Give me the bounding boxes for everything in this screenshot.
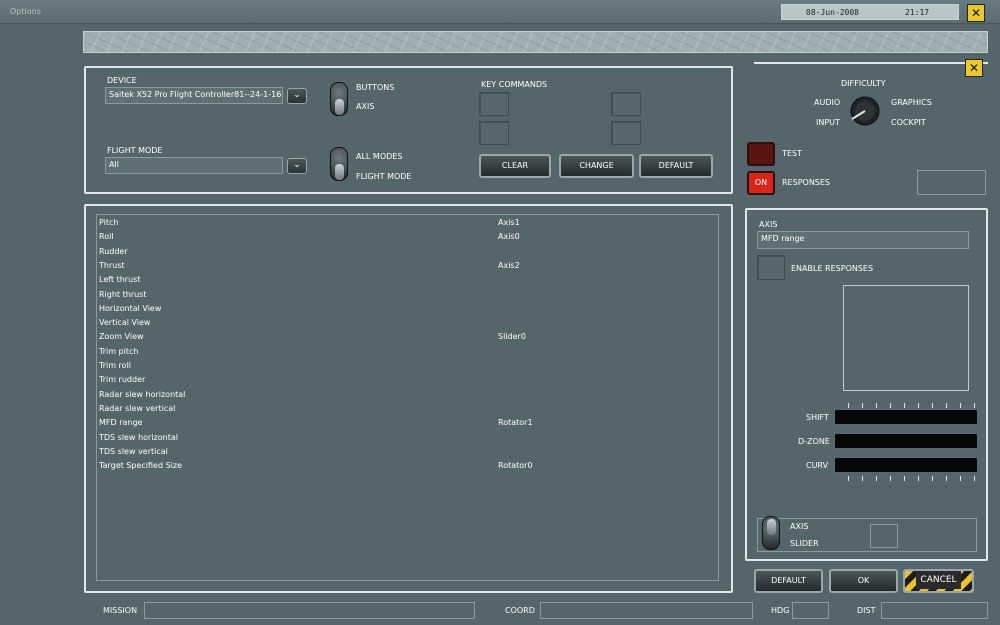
axis-row-value: Axis0 [498, 232, 520, 242]
input-label[interactable]: INPUT [816, 118, 840, 127]
toggle-all-modes-label: ALL MODES [356, 152, 403, 161]
axis-row-name[interactable]: Pitch [99, 218, 118, 227]
axis-slider-toggle[interactable] [762, 516, 780, 550]
toggle-flight-mode-label: FLIGHT MODE [356, 172, 412, 181]
hdg-field [792, 602, 829, 619]
toggle-axis2-label: AXIS [790, 522, 809, 531]
key-command-slot-1[interactable] [479, 92, 509, 116]
axis-row-value: Rotator0 [498, 461, 533, 471]
responses-value-box [917, 170, 986, 195]
axis-row-name[interactable]: Trim pitch [99, 347, 138, 356]
enable-responses-label: ENABLE RESPONSES [791, 264, 874, 273]
axis-slider-box [870, 524, 898, 548]
flight-mode-label: FLIGHT MODE [107, 146, 163, 155]
chevron-down-icon: ⌄ [293, 90, 301, 100]
device-label: DEVICE [107, 76, 137, 85]
axis-row-name[interactable]: Thrust [99, 261, 125, 270]
cockpit-label[interactable]: COCKPIT [891, 118, 926, 127]
default-button[interactable]: DEFAULT [754, 569, 823, 593]
knob-icon [850, 96, 880, 126]
shift-ticks [848, 403, 976, 408]
axis-name-field: MFD range [757, 231, 969, 249]
device-select[interactable]: Saitek X52 Pro Flight Controller81--24-1… [105, 87, 283, 104]
axis-row-name[interactable]: Vertical View [99, 318, 150, 327]
flight-mode-dropdown-button[interactable]: ⌄ [287, 158, 307, 174]
response-curve-graph [843, 285, 969, 391]
axis-row-value: Axis2 [498, 260, 520, 270]
toggle-slider-label: SLIDER [790, 539, 819, 548]
axis-row-name[interactable]: Trim roll [99, 361, 131, 370]
axis-label: AXIS [759, 220, 778, 229]
axis-row-name[interactable]: Roll [99, 232, 114, 241]
axis-row-value: Rotator1 [498, 418, 533, 428]
dist-field [881, 602, 988, 619]
hdg-label: HDG [771, 606, 790, 615]
shift-label: SHIFT [806, 413, 829, 422]
axis-row-value: Slider0 [498, 332, 526, 342]
axis-row-name[interactable]: MFD range [99, 418, 142, 427]
axis-row-name[interactable]: TDS slew vertical [99, 447, 168, 456]
axis-row-name[interactable]: Rudder [99, 247, 128, 256]
time-text: 21:17 [905, 8, 930, 17]
close-icon: ✕ [970, 6, 982, 20]
flight-mode-select[interactable]: All [105, 157, 283, 174]
coord-field [540, 602, 753, 619]
clear-button[interactable]: CLEAR [479, 154, 551, 178]
axis-row-name[interactable]: Target Specified Size [99, 461, 182, 470]
key-commands-label: KEY COMMANDS [481, 80, 548, 89]
cancel-label: CANCEL [916, 571, 961, 589]
cancel-button[interactable]: CANCEL [903, 569, 974, 593]
key-command-slot-3[interactable] [479, 121, 509, 145]
graphics-label[interactable]: GRAPHICS [891, 98, 932, 107]
close-panel-button[interactable]: ✕ [965, 59, 983, 77]
default-key-button[interactable]: DEFAULT [639, 154, 713, 178]
mission-field [144, 602, 475, 619]
axis-list: Pitch Axis1 Roll Axis0 Rudder Thrust Axis2 Left… [96, 214, 719, 581]
axis-row-name[interactable]: TDS slew horizontal [99, 433, 178, 442]
toggle-buttons-label: BUTTONS [356, 83, 395, 92]
responses-on-button[interactable]: ON [747, 171, 775, 195]
axis-row-name[interactable]: Radar slew horizontal [99, 390, 185, 399]
curv-label: CURV [806, 461, 829, 470]
window-title: Options [10, 7, 41, 16]
buttons-axis-toggle[interactable] [330, 82, 348, 116]
test-label: TEST [782, 149, 802, 158]
axis-row-name[interactable]: Radar slew vertical [99, 404, 175, 413]
ok-button[interactable]: OK [829, 569, 898, 593]
date-text: 08-Jun-2008 [806, 8, 859, 17]
axis-row-name[interactable]: Trim rudder [99, 375, 145, 384]
test-led-button[interactable] [747, 142, 775, 166]
change-button[interactable]: CHANGE [559, 154, 634, 178]
close-icon: ✕ [968, 61, 980, 75]
curv-slider[interactable] [834, 457, 978, 473]
coord-label: COORD [505, 606, 535, 615]
dzone-label: D-ZONE [798, 437, 830, 446]
modes-toggle[interactable] [330, 147, 348, 181]
device-dropdown-button[interactable]: ⌄ [287, 88, 307, 104]
enable-responses-checkbox[interactable] [757, 255, 785, 280]
close-window-button[interactable]: ✕ [967, 4, 985, 22]
key-command-slot-2[interactable] [611, 92, 641, 116]
axis-row-name[interactable]: Right thrust [99, 290, 146, 299]
curv-ticks [848, 476, 976, 481]
axis-row-name[interactable]: Left thrust [99, 275, 140, 284]
dzone-slider[interactable] [834, 433, 978, 449]
axis-row-name[interactable]: Horizontal View [99, 304, 161, 313]
key-command-slot-4[interactable] [611, 121, 641, 145]
selector-knob[interactable] [846, 94, 884, 128]
difficulty-label[interactable]: DIFFICULTY [841, 79, 886, 88]
toggle-axis-label: AXIS [356, 102, 375, 111]
date-time-display: 08-Jun-2008 21:17 [781, 4, 959, 20]
mission-label: MISSION [103, 606, 138, 615]
chevron-down-icon: ⌄ [293, 160, 301, 170]
axis-row-value: Axis1 [498, 218, 520, 227]
dist-label: DIST [857, 606, 876, 615]
map-strip [83, 31, 988, 53]
shift-slider[interactable] [834, 409, 978, 425]
axis-row-name[interactable]: Zoom View [99, 332, 144, 341]
responses-label: RESPONSES [782, 178, 831, 187]
audio-label[interactable]: AUDIO [814, 98, 840, 107]
divider [754, 62, 988, 64]
